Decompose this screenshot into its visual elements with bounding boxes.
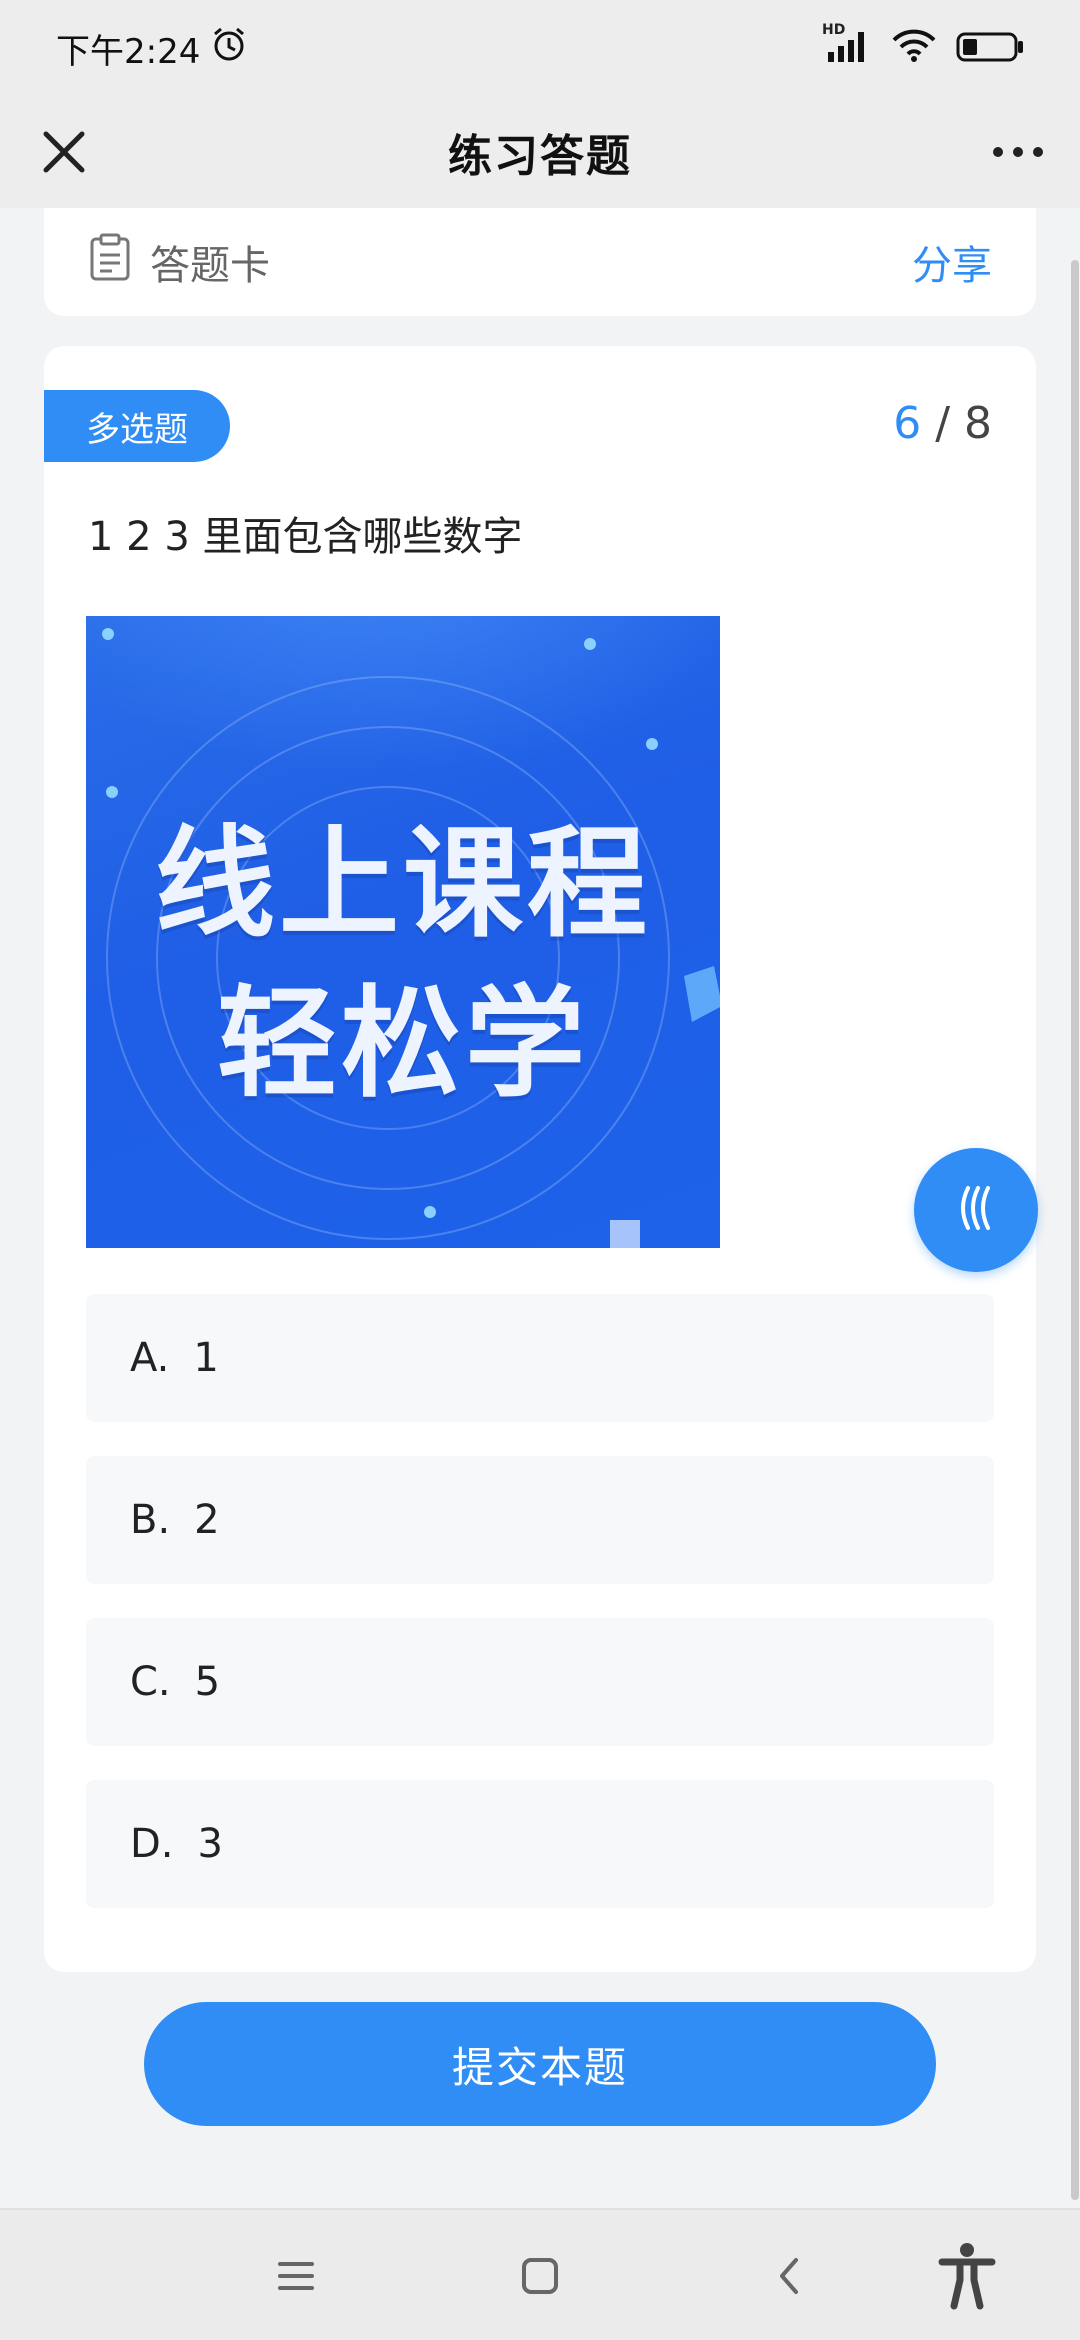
option-b[interactable]: B. 2 [86,1456,994,1584]
floating-menu-button[interactable] [914,1148,1038,1272]
option-d[interactable]: D. 3 [86,1780,994,1908]
question-card: 多选题 6 / 8 1 2 3 里面包含哪些数字 线上课程 轻松学 A. 1 B… [44,346,1036,1972]
image-text-line2: 轻松学 [217,975,589,1114]
image-text-line1: 线上课程 [155,815,651,954]
image-dot [584,638,596,650]
system-nav-bar [0,2208,1080,2340]
scrollbar[interactable] [1070,260,1080,2200]
option-letter: D. [130,1821,174,1867]
wifi-icon [890,28,938,68]
scrollbar-thumb[interactable] [1071,260,1079,2200]
answer-card-bar: 答题卡 分享 [44,208,1036,316]
question-image: 线上课程 轻松学 [86,616,720,1248]
option-c[interactable]: C. 5 [86,1618,994,1746]
question-current: 6 [893,398,922,449]
close-icon[interactable] [30,118,98,186]
answer-card-label: 答题卡 [150,243,270,289]
question-total: 8 [964,398,992,449]
status-right: HD [822,22,1026,68]
back-icon[interactable] [770,2246,810,2310]
network-type-label: HD [822,22,846,38]
option-text: 1 [193,1335,219,1381]
status-bar: 下午2:24 HD [0,0,1080,96]
chevrons-left-icon [946,1178,1006,1242]
answer-card-button[interactable]: 答题卡 [88,233,270,291]
page-title: 练习答题 [448,131,632,182]
nav-bar: 练习答题 [0,96,1080,208]
accessibility-icon[interactable] [936,2240,998,2314]
battery-icon [956,28,1026,68]
image-dot [424,1206,436,1218]
option-text: 2 [194,1497,220,1543]
image-dot [102,628,114,640]
status-time: 下午2:24 [56,31,201,72]
status-left: 下午2:24 [56,24,248,73]
image-cube-shape [610,1220,640,1248]
question-type-badge: 多选题 [44,390,230,462]
submit-button[interactable]: 提交本题 [144,2002,936,2126]
option-a[interactable]: A. 1 [86,1294,994,1422]
clipboard-icon [88,233,132,291]
more-icon[interactable] [984,118,1052,186]
question-text: 1 2 3 里面包含哪些数字 [88,514,523,560]
option-text: 5 [194,1659,221,1705]
option-letter: A. [130,1335,170,1381]
option-letter: C. [130,1659,171,1705]
home-icon[interactable] [518,2246,562,2310]
alarm-icon [210,25,248,72]
option-letter: B. [130,1497,171,1543]
menu-icon[interactable] [276,2246,316,2310]
share-link[interactable]: 分享 [912,233,992,291]
question-separator: / [921,398,964,449]
signal-icon: HD [822,22,872,68]
option-text: 3 [197,1821,223,1867]
question-progress: 6 / 8 [893,398,992,449]
image-dot [646,738,658,750]
